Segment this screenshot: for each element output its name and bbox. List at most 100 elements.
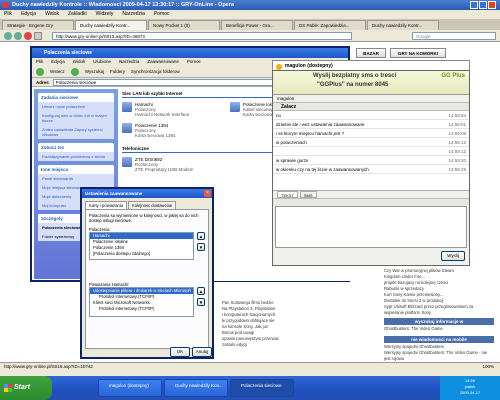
search-button[interactable]: Wyszukaj — [85, 69, 104, 74]
menu-bookmarks[interactable]: Zakladki — [68, 10, 87, 19]
message-time: 14:58:54 — [448, 113, 466, 118]
dialog-close-icon[interactable]: × — [204, 190, 211, 197]
taskbar-item-messenger[interactable]: magulon (dostepny) — [98, 379, 162, 397]
window-controls — [470, 1, 498, 9]
side-news-item[interactable]: Wersyjny spojedni Ghostbusters: The Vide… — [384, 350, 494, 362]
ok-button[interactable]: OK — [170, 347, 190, 357]
connection-item[interactable]: Polaczenie 1394 Polaczony Karta sieciowa 1… — [122, 123, 222, 138]
chat-history: no 14:58:54 dziwnie ale i wez ustawienia … — [273, 111, 469, 191]
connection-item[interactable]: Hamachi Polaczony Hamachi Network Interfac… — [122, 102, 222, 117]
browser-tab[interactable]: Duchy nawiedzily Kontr... — [367, 20, 439, 30]
chat-message: w polaczeniach 14:59:12 — [273, 138, 469, 147]
format-toolbar — [273, 198, 469, 206]
connections-list[interactable]: Hamachi Polaczenie lokalne Polaczenie 13… — [89, 232, 194, 260]
network-connection-icon — [122, 123, 132, 133]
advanced-settings-dialog: Ustawienia zaawansowane × Karty i powiaz… — [80, 187, 214, 359]
text-tab[interactable]: TEKST — [277, 191, 298, 198]
menu-item[interactable]: Plik — [36, 58, 43, 66]
menu-view[interactable]: Widok — [45, 10, 59, 19]
opera-logo-icon — [2, 2, 9, 8]
modem-icon — [122, 157, 132, 167]
ad-brand: GG Plus — [441, 73, 465, 79]
side-news-item[interactable]: Ghostbusters: The Video Game — [384, 326, 494, 332]
cancel-button[interactable]: Anuluj — [192, 347, 212, 357]
browser-tab[interactable]: DS Pable: Zapowiedzia... — [294, 20, 366, 30]
back-icon[interactable] — [36, 67, 44, 76]
menu-item[interactable]: Pomoc — [187, 58, 201, 66]
binding-item[interactable]: Protokol internetowy (TCP/IP) — [90, 306, 193, 312]
news-item[interactable]: Sypt Ubisoft Blizzard przez przeglosowan… — [384, 304, 494, 316]
close-icon[interactable] — [488, 1, 496, 9]
menu-item[interactable]: Zaawansowane — [147, 58, 179, 66]
send-button[interactable]: Wyslij — [441, 251, 465, 261]
zoom-level[interactable]: 100% — [482, 363, 494, 370]
task-link[interactable]: Zmien ustawienia Zapory systemu Windows — [38, 125, 114, 139]
menu-item[interactable]: Widok — [73, 58, 86, 66]
mobile-games-button[interactable]: GRY NA KOMORKI — [390, 48, 446, 58]
menu-item[interactable]: Ulubione — [93, 58, 111, 66]
sms-ad-banner[interactable]: Wyslij bezplatny sms o tresci "GGPlus" n… — [273, 71, 469, 95]
menu-tools[interactable]: Narzedzia — [122, 10, 145, 19]
minimize-icon[interactable] — [470, 1, 478, 9]
task-link[interactable]: Konfiguruj siec w domu lub w malym biurz… — [38, 111, 114, 125]
back-arrow-icon[interactable] — [4, 32, 12, 40]
clock-date: 2009-04-17 — [459, 390, 481, 395]
maximize-icon[interactable] — [479, 1, 487, 9]
sms-tab[interactable]: SMS — [299, 191, 317, 198]
menu-item[interactable]: Narzedzia — [119, 58, 139, 66]
reload-icon[interactable] — [24, 32, 32, 40]
chat-tab[interactable]: magulon — [277, 96, 294, 101]
explorer-title: Polaczenia sieciowe — [44, 50, 93, 56]
message-time: 14:59:29 — [448, 167, 466, 172]
forward-icon[interactable] — [70, 67, 79, 76]
menu-widgets[interactable]: Widzety — [96, 10, 114, 19]
menu-item[interactable]: Edycja — [51, 58, 65, 66]
move-down-icon[interactable]: ▼ — [197, 243, 205, 251]
task-link[interactable]: Utworz nowe polaczenie — [38, 102, 114, 111]
explorer-title-bar: Polaczenia sieciowe — [32, 48, 348, 58]
message-time: 14:59:12 — [448, 140, 466, 145]
move-down-icon[interactable]: ▼ — [197, 298, 205, 306]
see-also-panel: Zobacz tez Rozwiazywanie problemow z sie… — [38, 143, 114, 161]
tab-adapters-bindings[interactable]: Karty i powiazania — [85, 201, 127, 209]
sync-button[interactable]: Synchronizacja folderow — [131, 69, 180, 74]
bazar-button[interactable]: BAZAR — [356, 48, 386, 58]
place-link[interactable]: Panel sterowania — [38, 174, 114, 183]
task-link[interactable]: Rozwiazywanie problemow z siecia — [38, 152, 114, 161]
side-news-bottom: Wersyjny spojedni Ghostbusters Wersyjny … — [384, 344, 494, 362]
forward-arrow-icon[interactable] — [14, 32, 22, 40]
tab-provider-order[interactable]: Kolejnosc dostawcow — [127, 201, 177, 209]
menu-help[interactable]: Pomoc — [154, 10, 170, 19]
message-text: i ss ktorym miejscu hamachi jest ? — [276, 131, 345, 136]
message-time: 14:59:20 — [448, 158, 466, 163]
browser-tab[interactable]: Beneficja Power - Gra... — [221, 20, 293, 30]
messenger-window: Wyslij bezplatny sms o tresci "GGPlus" n… — [272, 70, 470, 266]
folders-button[interactable]: Foldery — [110, 69, 125, 74]
taskbar-item-network[interactable]: Polaczenia sieciowe — [230, 379, 294, 397]
home-icon[interactable] — [34, 32, 42, 40]
system-tray: 14:59 piatek 2009-04-17 — [440, 376, 500, 400]
menu-file[interactable]: Plik — [4, 10, 12, 19]
chat-message: w okienku czy na tej liscie w zaawansowa… — [273, 165, 469, 174]
browser-tab[interactable]: Nowy Pocket 1 (0) — [148, 20, 220, 30]
attach-button[interactable]: Zalacz — [281, 104, 296, 110]
message-input[interactable] — [275, 206, 467, 248]
panel-title: Zadania sieciowe — [38, 93, 114, 102]
message-time: 14:59:05 — [448, 131, 466, 136]
back-button[interactable]: Wstecz — [50, 69, 65, 74]
url-input[interactable]: http://www.gry-online.pl/S013.asp?ID=468… — [52, 32, 352, 40]
list-item[interactable]: [Polaczenia dostepu zdalnego] — [90, 251, 193, 257]
menu-edit[interactable]: Edycja — [21, 10, 36, 19]
taskbar-item-opera[interactable]: Duchy nawiedzily Kon... — [164, 379, 228, 397]
browser-tab-active[interactable]: Duchy nawiedzily Kontr... — [75, 20, 147, 30]
search-input[interactable]: Google — [412, 32, 496, 40]
side-news-top: Ghostbusters: The Video Game — [384, 326, 494, 332]
connection-item[interactable]: ZTE DIS0882 Rozlaczony ZTE Proprietary USB… — [122, 157, 222, 172]
connection-device: Hamachi Network Interface — [135, 112, 190, 117]
move-up-icon[interactable]: ▲ — [197, 287, 205, 295]
browser-tab[interactable]: Strategie - Engene Gry — [2, 20, 74, 30]
network-connection-icon — [230, 102, 240, 112]
opera-window-title: Duchy nawiedzily Kontrole :: Wiadomosci … — [12, 2, 234, 8]
move-up-icon[interactable]: ▲ — [197, 232, 205, 240]
bindings-list[interactable]: Udostepnianie plikow i drukarek w siecia… — [89, 287, 194, 317]
